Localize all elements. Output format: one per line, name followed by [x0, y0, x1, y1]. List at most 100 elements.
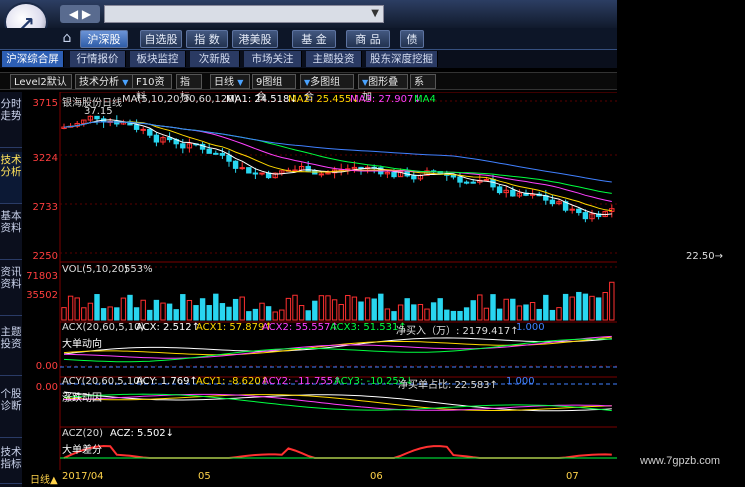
volume-bar: [589, 295, 595, 321]
subtab-theme-invest[interactable]: 主题投资: [306, 51, 362, 67]
volume-bar: [345, 295, 351, 321]
f10-button[interactable]: F10资料: [132, 74, 172, 103]
tab-index[interactable]: 指 数: [186, 30, 228, 48]
volume-bar: [81, 307, 87, 321]
volume-bar: [305, 310, 311, 321]
volume-bar: [312, 300, 318, 321]
vtab-theme[interactable]: 主题投资: [0, 324, 22, 376]
candle-body: [496, 186, 503, 194]
volume-bar: [61, 307, 67, 321]
acx-title: 大单动向: [62, 339, 102, 350]
candle-body: [153, 134, 160, 143]
acx-const: 1.000: [516, 322, 545, 333]
volume-bar: [457, 310, 463, 321]
candle-body: [133, 124, 140, 130]
tech-analysis-button[interactable]: 技术分析 ▼: [75, 74, 137, 89]
acy-line: [64, 393, 612, 411]
subtab-new-stocks[interactable]: 次新股: [190, 51, 240, 67]
watermark-text: www.7gpzb.com: [640, 455, 721, 467]
vol-value: 553%: [124, 264, 153, 275]
high-price-label: 37.15: [84, 106, 113, 117]
subtab-overview[interactable]: 沪深综合屏: [2, 51, 64, 67]
price-axis-label: 3715: [32, 98, 58, 109]
tab-hushen[interactable]: 沪深股: [80, 30, 128, 48]
tab-watchlist[interactable]: 自选股: [140, 30, 182, 48]
volume-bar: [371, 298, 377, 321]
tab-fund[interactable]: 基 金: [292, 30, 336, 48]
volume-bar: [562, 293, 569, 321]
vtab-tech-analysis[interactable]: 技术分析: [0, 152, 22, 204]
price-axis-label: 2733: [32, 202, 58, 213]
overlay-button[interactable]: ▼图形叠加: [358, 74, 408, 103]
volume-bar: [490, 294, 496, 321]
volume-bar: [74, 297, 80, 321]
tab-commodity[interactable]: 商 品: [346, 30, 390, 48]
volume-bar: [411, 304, 417, 321]
candle-body: [549, 199, 556, 205]
volume-bar: [160, 302, 166, 321]
vtab-diagnosis[interactable]: 个股诊断: [0, 386, 22, 438]
moving-average-line: [63, 121, 612, 212]
candle-body: [180, 143, 186, 149]
vtab-indicators[interactable]: 技术指标: [0, 444, 22, 484]
vtab-intraday[interactable]: 分时走势: [0, 96, 22, 148]
period-selector[interactable]: 日线▲: [30, 471, 58, 486]
acy-line: [63, 394, 612, 411]
volume-bar: [279, 309, 285, 321]
low-price-label: 22.50→: [686, 251, 724, 262]
tab-bond[interactable]: 债: [400, 30, 424, 48]
indicator-button[interactable]: 指标: [176, 74, 202, 103]
level2-button[interactable]: Level2默认: [10, 74, 72, 89]
multi-chart-button[interactable]: ▼多图组合: [300, 74, 354, 103]
system-button[interactable]: 系统: [410, 74, 436, 89]
volume-bar: [166, 303, 173, 321]
volume-bar: [609, 281, 615, 321]
volume-bar: [496, 308, 503, 321]
candle-body: [140, 128, 146, 131]
volume-bar: [318, 295, 325, 321]
volume-bar: [444, 309, 450, 321]
vtab-news[interactable]: 资讯资料: [0, 264, 22, 316]
price-axis-label: 3224: [32, 153, 58, 164]
back-forward-button[interactable]: ◀ ▶: [60, 5, 100, 23]
candle-body: [246, 167, 252, 174]
address-bar[interactable]: ▼: [104, 5, 384, 23]
volume-bar: [219, 303, 226, 321]
stock-chart[interactable]: [22, 92, 617, 470]
date-label: 05: [198, 471, 211, 482]
home-icon[interactable]: ⌂: [56, 30, 78, 48]
acy1-value: ACY1: -8.620↑: [196, 376, 270, 387]
volume-bar: [351, 296, 358, 321]
volume-bar: [285, 297, 292, 321]
acx-line: [63, 336, 612, 356]
subtab-sector-monitor[interactable]: 板块监控: [130, 51, 186, 67]
acx-value: ACX: 2.512↑: [136, 322, 201, 333]
volume-bar: [107, 306, 113, 321]
volume-bar: [477, 294, 483, 321]
ma3-value: MA3: 27.907↓: [350, 94, 422, 105]
candle-body: [576, 208, 582, 214]
subtab-shareholder[interactable]: 股东深度挖掘: [366, 51, 438, 67]
vol-axis-label: 35502: [26, 290, 58, 301]
vtab-fundamentals[interactable]: 基本资料: [0, 208, 22, 260]
candle-body: [457, 176, 463, 183]
ma1-value: MA1: 24.518↓: [226, 94, 298, 105]
volume-bar: [153, 299, 160, 321]
volume-bar: [543, 294, 549, 321]
nine-chart-button[interactable]: 9图组合: [252, 74, 296, 103]
volume-bar: [391, 311, 397, 321]
subtab-quotes[interactable]: 行情报价: [70, 51, 126, 67]
moving-average-line: [63, 119, 612, 216]
candle-body: [252, 172, 259, 175]
acz-header: ACZ(20): [62, 428, 104, 439]
volume-bar: [213, 293, 219, 321]
volume-bar: [114, 307, 120, 321]
dropdown-arrow-icon[interactable]: ▼: [371, 8, 379, 19]
candle-body: [483, 178, 490, 181]
tab-hk-us[interactable]: 港美股: [232, 30, 278, 48]
daily-button[interactable]: 日线 ▼: [210, 74, 250, 89]
subtab-market-focus[interactable]: 市场关注: [244, 51, 302, 67]
volume-bar: [595, 297, 602, 321]
acz-title: 大单差分: [62, 445, 102, 456]
acy-header: ACY(20,60,5,10): [62, 376, 144, 387]
